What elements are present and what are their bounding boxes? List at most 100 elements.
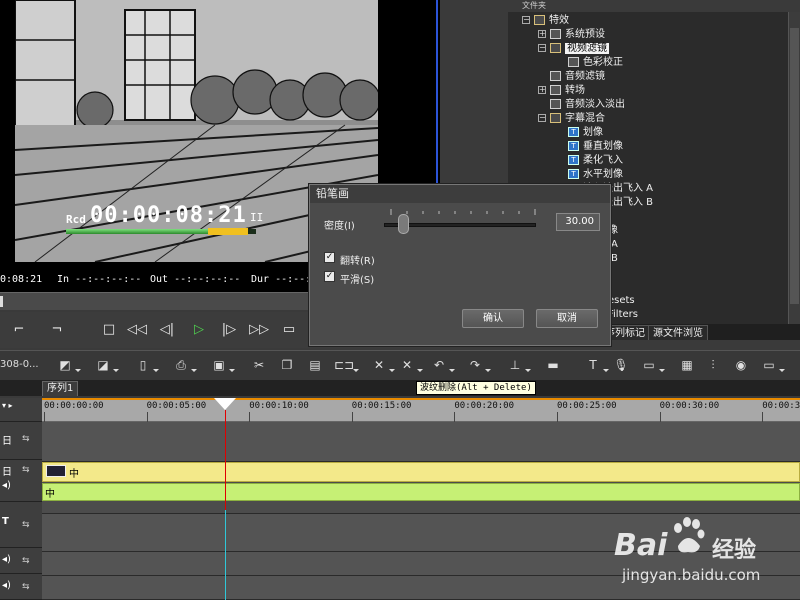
track-header-1[interactable]: 日 ⇆ (0, 422, 42, 460)
effects-scrollbar[interactable] (788, 12, 800, 324)
play-button[interactable]: ▷ (188, 320, 210, 340)
collapse-icon[interactable]: − (538, 44, 546, 52)
render-icon[interactable]: ▭ (640, 357, 665, 373)
marker-icon[interactable]: ⊥ (506, 357, 531, 373)
tree-item[interactable]: T 水平划像 (556, 168, 623, 182)
mic-icon[interactable]: 🎙 (612, 357, 630, 373)
color-icon[interactable]: ◉ (732, 357, 750, 373)
track-header-2[interactable]: 日 ◂) ⇆ (0, 460, 42, 502)
audio-track-header-1[interactable]: ◂) ⇆ (0, 548, 42, 574)
tab-source-browser[interactable]: 源文件浏览 (648, 325, 708, 340)
tree-item[interactable]: − 字幕混合 (538, 112, 605, 126)
mixer-icon[interactable]: ⫶ (704, 357, 722, 373)
expand-icon[interactable]: ⇆ (22, 520, 30, 530)
tooltip: 波纹删除(Alt + Delete) (416, 381, 536, 395)
tree-item[interactable]: 色彩校正 (556, 56, 623, 70)
mode-icon[interactable]: ◩ (56, 357, 81, 373)
ruler-label: 00:00:25:00 (557, 401, 617, 411)
tree-item-partial[interactable]: esets (608, 294, 635, 308)
tree-item[interactable]: + 转场 (538, 84, 585, 98)
output-button[interactable]: ▭ (278, 320, 300, 340)
tree-item-partial[interactable]: Filters (608, 308, 638, 322)
ruler-tick (44, 412, 45, 422)
redo-icon[interactable]: ↷ (466, 357, 491, 373)
smooth-label: 平滑(S) (340, 275, 375, 286)
tree-item-label: 视频滤镜 (565, 43, 609, 54)
delete-icon[interactable]: ✕ (370, 357, 395, 373)
expand-icon[interactable]: ⇆ (22, 556, 30, 566)
step-back-button[interactable]: ◁| (156, 320, 178, 340)
tab-sequence-1[interactable]: 序列1 (42, 381, 79, 396)
stop-button[interactable]: □ (98, 320, 120, 340)
tree-item[interactable]: + 系统预设 (538, 28, 605, 42)
timeline-ruler[interactable]: 00:00:00:00 00:00:05:00 00:00:10:00 00:00:1… (42, 398, 800, 422)
audio-clip[interactable]: 中 (42, 483, 800, 501)
speaker-icon[interactable]: ◂) (2, 480, 11, 491)
tree-item[interactable]: T 垂直划像 (556, 140, 623, 154)
ruler-label: 00:00:05:00 (146, 401, 207, 411)
watermark-url: jingyan.baidu.com (622, 566, 761, 584)
fast-forward-button[interactable]: ▷▷ (248, 320, 270, 340)
speaker-icon[interactable]: ◂) (2, 580, 11, 591)
tree-item-label: 柔化飞入 (583, 155, 623, 166)
tree-item[interactable]: − 视频滤镜 (538, 42, 609, 56)
playhead-handle[interactable] (214, 398, 236, 410)
tree-item[interactable]: T 划像 (556, 126, 603, 140)
effect-icon (550, 71, 561, 81)
track-label: 日 (2, 467, 12, 478)
ripple-delete-icon[interactable]: ✕ (398, 357, 423, 373)
mode2-icon[interactable]: ◪ (94, 357, 119, 373)
video-clip[interactable]: 中 (42, 462, 800, 482)
expand-icon[interactable]: + (538, 30, 546, 38)
expand-icon[interactable]: ⇆ (22, 582, 30, 592)
copy-icon[interactable]: ❐ (278, 357, 296, 373)
undo-icon[interactable]: ↶ (430, 357, 455, 373)
ruler-label: 00:00:00:00 (44, 401, 104, 411)
folder-icon (534, 15, 545, 25)
edit-line (225, 510, 226, 600)
split-icon[interactable]: ▬ (544, 357, 562, 373)
collapse-icon[interactable]: − (538, 114, 546, 122)
smooth-checkbox[interactable]: ✓ (324, 271, 335, 282)
flip-checkbox[interactable]: ✓ (324, 252, 335, 263)
effect-icon (550, 85, 561, 95)
cut-icon[interactable]: ✂ (250, 357, 268, 373)
ruler-label: 00:00:30:00 (659, 401, 720, 411)
step-forward-button[interactable]: |▷ (218, 320, 240, 340)
expand-icon[interactable]: ⇆ (22, 434, 30, 444)
import-icon[interactable]: ⎙ (172, 357, 197, 373)
paste-icon[interactable]: ▤ (306, 357, 324, 373)
audio-track-header-2[interactable]: ◂) ⇆ (0, 574, 42, 600)
scrub-handle[interactable] (0, 296, 3, 307)
tree-item[interactable]: T 柔化飞入 (556, 154, 623, 168)
track-1[interactable] (42, 422, 800, 462)
sequence-tab-bar: 序列1 (0, 380, 800, 396)
density-slider-thumb[interactable] (398, 214, 409, 234)
density-value-input[interactable]: 30.00 (556, 213, 600, 231)
mark-out-button[interactable]: ¬ (46, 320, 68, 340)
tree-item-partial[interactable]: A (611, 238, 618, 252)
collapse-icon[interactable]: − (522, 16, 530, 24)
window-icon[interactable]: ▭ (760, 357, 785, 373)
tree-item-partial[interactable]: B (611, 252, 618, 266)
speaker-icon[interactable]: ◂) (2, 554, 11, 565)
folder-header: 文件夹 (508, 0, 800, 12)
ruler-tick (146, 412, 148, 422)
expand-icon[interactable]: + (538, 86, 546, 94)
new-file-icon[interactable]: ▯ (134, 357, 159, 373)
scrollbar-thumb[interactable] (790, 28, 799, 304)
save-icon[interactable]: ▣ (210, 357, 235, 373)
rewind-button[interactable]: ◁◁ (126, 320, 148, 340)
cancel-button[interactable]: 取消 (536, 309, 598, 328)
title-icon[interactable]: T (584, 357, 609, 373)
ok-button[interactable]: 确认 (462, 309, 524, 328)
expand-icon[interactable]: ⇆ (22, 465, 30, 475)
track-header-title[interactable]: T ⇆ (0, 502, 42, 548)
link-icon[interactable]: ⊏⊐ (334, 357, 359, 373)
tree-item[interactable]: 音频滤镜 (538, 70, 605, 84)
tree-item[interactable]: − 特效 (522, 14, 569, 28)
mark-in-button[interactable]: ⌐ (8, 320, 30, 340)
tree-item[interactable]: 音频淡入淡出 (538, 98, 625, 112)
ruler-label: 00:00:15:00 (351, 401, 412, 411)
grid-icon[interactable]: ▦ (678, 357, 696, 373)
